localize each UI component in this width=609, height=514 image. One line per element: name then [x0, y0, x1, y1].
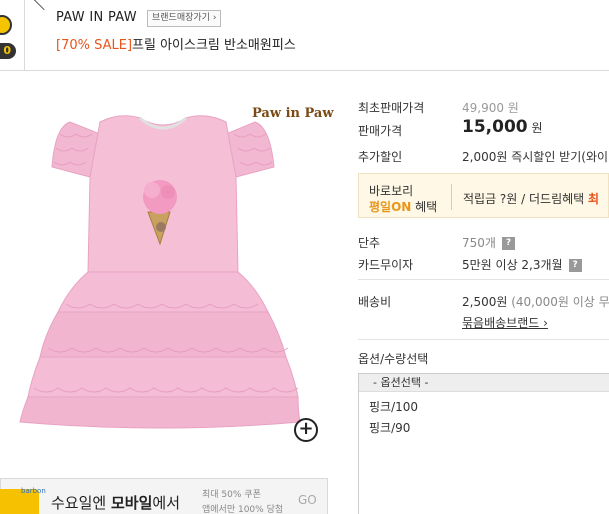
banner-subtext: 최대 50% 쿠폰앱에서만 100% 당첨: [202, 488, 283, 514]
dress-illustration: [19, 115, 301, 429]
coin-badge-icon: [0, 15, 12, 35]
price-unit: 원: [531, 121, 543, 135]
shipping-value: 2,500원 (40,000원 이상 무료: [462, 293, 609, 310]
help-icon[interactable]: ?: [501, 237, 515, 250]
diagonal-line: [32, 0, 45, 11]
banner-sub-line1: 최대 50% 쿠폰: [202, 490, 261, 500]
button-count-text: 750개: [462, 236, 496, 250]
option-item[interactable]: 핑크/100: [369, 398, 418, 415]
product-title: [70% SALE]프릴 아이스크림 반소매원피스: [56, 34, 296, 53]
bundle-shipping-link[interactable]: 묶음배송브랜드 ›: [462, 314, 548, 331]
banner-sub-line2: 앱에서만 100% 당첨: [202, 505, 284, 514]
barbon-label: barbon: [21, 487, 46, 495]
product-header: 0 PAW IN PAW 브랜드매장가기 › [70% SALE]프릴 아이스크…: [0, 0, 609, 71]
divider: [358, 339, 609, 340]
divider: [358, 279, 609, 280]
product-page: 0 PAW IN PAW 브랜드매장가기 › [70% SALE]프릴 아이스크…: [0, 0, 609, 514]
promo-subtitle: 평일ON 혜택: [369, 198, 437, 215]
coin-badge-count: 0: [0, 43, 16, 59]
promo-title: 바로보리: [369, 184, 414, 198]
orig-price-label: 최초판매가격: [358, 101, 425, 115]
header-divider: [24, 0, 25, 71]
price-value: 15,000: [462, 117, 528, 137]
brand-shop-button[interactable]: 브랜드매장가기 ›: [147, 10, 222, 27]
promo-divider: [451, 184, 452, 210]
product-image[interactable]: Paw in Paw +: [0, 72, 340, 472]
product-title-text: 프릴 아이스크림 반소매원피스: [132, 38, 296, 53]
shipping-label: 배송비: [358, 295, 392, 309]
card-interest-label: 카드무이자: [358, 258, 414, 272]
banner-headline-mobile: 모바일: [110, 494, 153, 512]
banner-go-button[interactable]: GO: [298, 493, 317, 507]
promo-detail-text: 적립금 ?원 / 더드림혜택: [463, 192, 589, 206]
option-item[interactable]: 핑크/90: [369, 419, 410, 436]
promo-benefit-label: 혜택: [411, 200, 438, 214]
banner-headline-day: 수요일: [51, 494, 93, 512]
banner-headline-end: 에서: [152, 494, 180, 512]
brand-logo: Paw in Paw: [252, 106, 334, 121]
extra-discount-label: 추가할인: [358, 150, 403, 164]
banner-headline-mid: 엔: [92, 494, 111, 512]
shipping-fee: 2,500원: [462, 295, 508, 309]
promo-detail-highlight[interactable]: 최: [588, 192, 599, 206]
options-select[interactable]: - 옵션선택 - 핑크/100 핑크/90: [358, 373, 609, 514]
button-count-label: 단추: [358, 236, 381, 250]
zoom-in-icon[interactable]: +: [294, 418, 318, 442]
promo-on-label: 평일ON: [369, 200, 412, 214]
brand-name[interactable]: PAW IN PAW: [56, 10, 137, 25]
price-value-row: 15,000 원: [462, 117, 542, 137]
shipping-note: (40,000원 이상 무료: [511, 295, 609, 309]
promo-detail: 적립금 ?원 / 더드림혜택 최: [463, 190, 599, 207]
orig-price-value: 49,900 원: [462, 101, 519, 115]
card-interest-text: 5만원 이상 2,3개월: [462, 258, 563, 272]
banner-headline: 수요일엔 모바일에서: [51, 492, 180, 513]
mobile-promo-banner[interactable]: barbon 수요일엔 모바일에서 최대 50% 쿠폰 앱에서만 100% 당첨 …: [0, 478, 328, 514]
extra-discount-link[interactable]: 2,000원 즉시할인 받기(와이: [462, 148, 608, 165]
help-icon[interactable]: ?: [568, 259, 582, 272]
card-interest-value: 5만원 이상 2,3개월?: [462, 256, 582, 273]
weekday-promo-box: 바로보리 평일ON 혜택 적립금 ?원 / 더드림혜택 최: [358, 173, 609, 218]
sale-tag: [70% SALE]: [56, 38, 133, 53]
button-count-value: 750개?: [462, 234, 515, 251]
price-label: 판매가격: [358, 124, 403, 138]
options-title: 옵션/수량선택: [358, 352, 429, 366]
options-select-current[interactable]: - 옵션선택 -: [359, 374, 609, 392]
